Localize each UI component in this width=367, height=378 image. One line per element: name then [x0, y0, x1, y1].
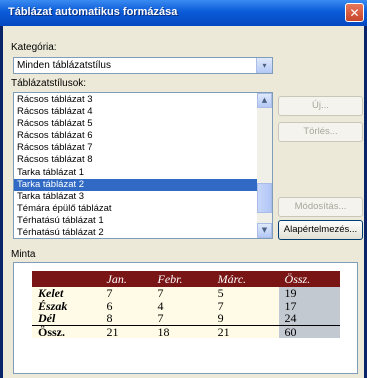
table-row: Kelet 7 7 5 19 — [32, 287, 340, 300]
sample-header-cell: Márc. — [217, 272, 247, 286]
category-select[interactable]: Minden táblázatstílus ▾ — [13, 57, 273, 74]
list-item[interactable]: Tarka táblázat 3 — [14, 191, 257, 203]
row-header: Össz. — [32, 324, 101, 338]
new-button[interactable]: Új... — [278, 96, 363, 116]
default-button[interactable]: Alapértelmezés... — [278, 220, 363, 240]
scroll-up-icon[interactable]: ▲ — [257, 93, 272, 108]
table-cell: 19 — [278, 287, 340, 300]
sample-table: Jan. Febr. Márc. Össz. Kelet 7 7 5 19 És… — [32, 271, 340, 338]
sample-preview: Jan. Febr. Márc. Össz. Kelet 7 7 5 19 És… — [13, 262, 358, 374]
table-cell: 18 — [151, 324, 212, 338]
delete-button[interactable]: Törlés... — [278, 122, 363, 142]
styles-scrollbar[interactable]: ▲ ▼ — [257, 93, 272, 238]
list-item[interactable]: Térhatású táblázat 1 — [14, 215, 257, 227]
close-button[interactable]: ✕ — [345, 3, 364, 22]
table-cell: 7 — [157, 286, 164, 300]
list-item[interactable]: Rácsos táblázat 8 — [14, 154, 257, 166]
sample-header-cell: Jan. — [106, 272, 127, 286]
row-header: Kelet — [38, 286, 64, 300]
scroll-thumb[interactable] — [257, 183, 272, 213]
styles-label: Táblázatstílusok: — [11, 78, 87, 89]
list-item[interactable]: Rácsos táblázat 3 — [14, 94, 257, 106]
sample-header-row: Jan. Febr. Márc. Össz. — [32, 271, 340, 287]
styles-list[interactable]: Rácsos táblázat 3 Rácsos táblázat 4 Rácsos… — [13, 92, 273, 239]
table-row: Dél 8 7 9 24 — [32, 312, 340, 325]
table-cell: 8 — [106, 311, 113, 325]
modify-button[interactable]: Módosítás... — [278, 197, 363, 217]
table-cell: 21 — [100, 324, 152, 338]
table-cell: 24 — [278, 312, 340, 325]
chevron-down-icon[interactable]: ▾ — [256, 58, 272, 73]
table-cell: 5 — [217, 286, 224, 300]
sample-header-cell: Febr. — [157, 272, 183, 286]
list-item[interactable]: Rácsos táblázat 6 — [14, 130, 257, 142]
sample-header-cell — [32, 271, 101, 287]
list-item[interactable]: Rácsos táblázat 4 — [14, 106, 257, 118]
autoformat-dialog: Táblázat automatikus formázása ✕ Kategór… — [0, 0, 367, 378]
styles-list-items: Rácsos táblázat 3 Rácsos táblázat 4 Rácsos… — [14, 94, 257, 238]
table-cell: 60 — [278, 324, 340, 338]
list-item[interactable]: Térhatású táblázat 2 — [14, 227, 257, 238]
window-title: Táblázat automatikus formázása — [8, 6, 178, 18]
table-cell: 7 — [106, 286, 113, 300]
scroll-down-icon[interactable]: ▼ — [257, 223, 272, 238]
row-header: Dél — [38, 311, 56, 325]
list-item[interactable]: Rácsos táblázat 7 — [14, 142, 257, 154]
list-item[interactable]: Témára épülő táblázat — [14, 203, 257, 215]
list-item[interactable]: Tarka táblázat 2 — [14, 178, 257, 191]
list-item[interactable]: Tarka táblázat 1 — [14, 167, 257, 179]
sample-label: Minta — [11, 249, 36, 260]
list-item[interactable]: Rácsos táblázat 5 — [14, 118, 257, 130]
category-value: Minden táblázatstílus — [17, 60, 111, 71]
sample-header-cell: Össz. — [278, 271, 340, 287]
table-cell: 7 — [157, 311, 164, 325]
table-row: Össz. 21 18 21 60 — [32, 324, 340, 338]
table-cell: 9 — [217, 311, 224, 325]
table-cell: 21 — [211, 324, 279, 338]
category-label: Kategória: — [11, 42, 57, 53]
title-bar[interactable]: Táblázat automatikus formázása ✕ — [0, 0, 367, 26]
